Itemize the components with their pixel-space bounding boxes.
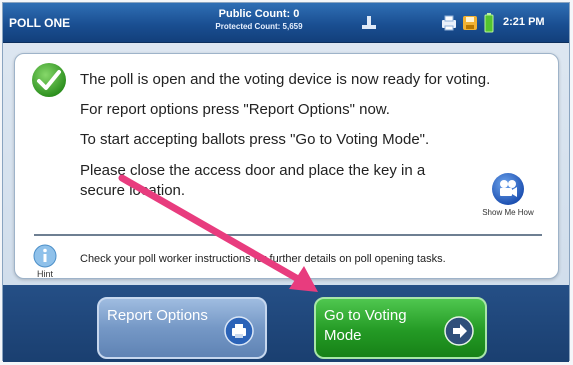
pc-icon bbox=[362, 16, 376, 29]
hint-text: Check your poll worker instructions for … bbox=[80, 253, 446, 265]
protected-count: Protected Count: 5,659 bbox=[215, 22, 303, 31]
panel-divider bbox=[34, 234, 542, 236]
public-count: Public Count: 0 bbox=[218, 8, 300, 20]
action-bar: Report Options Go to Voting Mode bbox=[3, 285, 569, 362]
printer-icon bbox=[224, 316, 254, 346]
hint-label: Hint bbox=[36, 269, 53, 279]
go-to-voting-mode-button[interactable]: Go to Voting Mode bbox=[314, 297, 487, 359]
video-camera-icon bbox=[492, 173, 524, 205]
message-panel: The poll is open and the voting device i… bbox=[14, 53, 559, 279]
arrow-right-icon bbox=[444, 316, 474, 346]
show-me-how-button[interactable]: Show Me How bbox=[473, 172, 543, 217]
status-bar: POLL ONE Public Count: 0 Protected Count… bbox=[3, 3, 569, 43]
printer-status-icon bbox=[442, 15, 456, 31]
message-report-options: For report options press "Report Options… bbox=[80, 101, 390, 118]
voting-device-frame: POLL ONE Public Count: 0 Protected Count… bbox=[0, 0, 573, 365]
go-to-voting-mode-label: Go to Voting Mode bbox=[324, 307, 407, 344]
ballot-counts: Public Count: 0 Protected Count: 5,659 bbox=[199, 7, 319, 32]
report-options-button[interactable]: Report Options bbox=[97, 297, 267, 359]
checkmark-icon bbox=[32, 63, 66, 97]
device-screen: POLL ONE Public Count: 0 Protected Count… bbox=[2, 2, 570, 362]
info-icon bbox=[33, 244, 57, 268]
report-options-label: Report Options bbox=[107, 307, 208, 324]
hint-button[interactable]: Hint bbox=[31, 244, 59, 279]
message-poll-open: The poll is open and the voting device i… bbox=[80, 71, 491, 88]
disk-icon bbox=[463, 16, 477, 30]
clock: 2:21 PM bbox=[503, 16, 545, 28]
battery-icon bbox=[484, 13, 494, 33]
show-me-how-label: Show Me How bbox=[482, 208, 534, 217]
message-start-ballots: To start accepting ballots press "Go to … bbox=[80, 131, 430, 148]
message-close-door: Please close the access door and place t… bbox=[80, 162, 426, 199]
poll-name: POLL ONE bbox=[9, 16, 71, 30]
